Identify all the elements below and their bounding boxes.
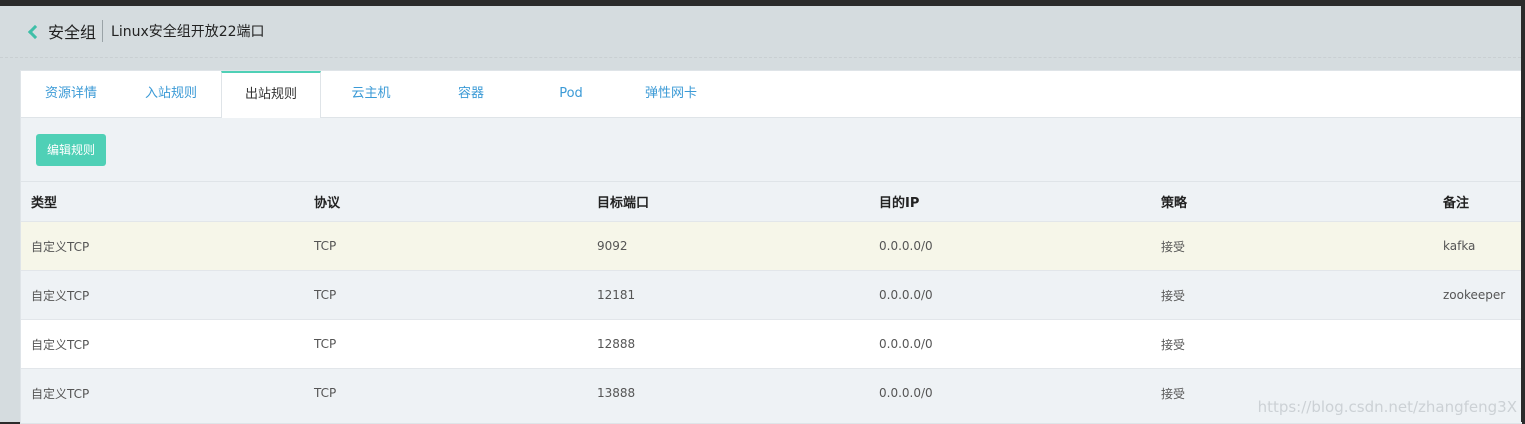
tab-bar: 资源详情 入站规则 出站规则 云主机 容器 Pod 弹性网卡: [21, 71, 1522, 118]
cell-remark: zookeeper: [1443, 288, 1506, 302]
edit-rules-button[interactable]: 编辑规则: [36, 133, 106, 166]
detail-panel: 资源详情 入站规则 出站规则 云主机 容器 Pod 弹性网卡 编辑规则 类型 协…: [20, 70, 1522, 424]
tab-containers[interactable]: 容器: [421, 71, 521, 117]
cell-port: 12888: [597, 337, 636, 351]
watermark: https://blog.csdn.net/zhangfeng3X: [1257, 398, 1517, 416]
header-divider-line: [0, 57, 1521, 58]
table-header-row: 类型 协议 目标端口 目的IP 策略 备注: [21, 181, 1522, 222]
cell-remark: kafka: [1443, 239, 1476, 253]
tab-outbound-rules[interactable]: 出站规则: [221, 71, 321, 118]
back-arrow-icon[interactable]: [28, 26, 38, 36]
cell-type: 自定义TCP: [31, 337, 90, 352]
table-row[interactable]: 自定义TCP TCP 12888 0.0.0.0/0 接受: [21, 319, 1522, 369]
resource-name: Linux安全组开放22端口: [111, 24, 265, 40]
cell-type: 自定义TCP: [31, 386, 90, 401]
column-header-protocol: 协议: [314, 196, 341, 211]
header-divider: [102, 20, 104, 42]
cell-dest-ip: 0.0.0.0/0: [879, 337, 933, 351]
cell-protocol: TCP: [314, 288, 337, 302]
rules-table: 类型 协议 目标端口 目的IP 策略 备注 自定义TCP TCP 9092 0.…: [21, 181, 1522, 418]
cell-dest-ip: 0.0.0.0/0: [879, 239, 933, 253]
window-edge: [1521, 6, 1525, 422]
table-row[interactable]: 自定义TCP TCP 12181 0.0.0.0/0 接受 zookeeper: [21, 270, 1522, 320]
cell-type: 自定义TCP: [31, 288, 90, 303]
cell-policy: 接受: [1161, 288, 1186, 303]
column-header-policy: 策略: [1161, 196, 1188, 211]
cell-port: 9092: [597, 239, 628, 253]
tab-pod[interactable]: Pod: [521, 71, 621, 117]
column-header-dest-ip: 目的IP: [879, 196, 920, 211]
tab-resource-details[interactable]: 资源详情: [21, 71, 121, 117]
app-window: 安全组 Linux安全组开放22端口 资源详情 入站规则 出站规则 云主机 容器…: [0, 6, 1525, 424]
tab-elastic-nic[interactable]: 弹性网卡: [621, 71, 721, 117]
cell-port: 13888: [597, 386, 636, 401]
cell-remark: [1433, 320, 1522, 369]
cell-policy: 接受: [1161, 337, 1186, 352]
cell-policy: 接受: [1161, 239, 1186, 254]
cell-protocol: TCP: [314, 337, 337, 351]
cell-dest-ip: 0.0.0.0/0: [879, 386, 933, 401]
column-header-remark: 备注: [1443, 196, 1470, 211]
column-header-port: 目标端口: [597, 196, 650, 211]
column-header-type: 类型: [31, 196, 58, 211]
toolbar: 编辑规则: [21, 118, 1522, 181]
cell-protocol: TCP: [314, 239, 337, 253]
cell-type: 自定义TCP: [31, 239, 90, 254]
cell-port: 12181: [597, 288, 636, 302]
tab-cloud-hosts[interactable]: 云主机: [321, 71, 421, 117]
page-header: 安全组 Linux安全组开放22端口: [0, 6, 1521, 56]
tab-inbound-rules[interactable]: 入站规则: [121, 71, 221, 117]
page-title[interactable]: 安全组: [48, 19, 96, 43]
cell-dest-ip: 0.0.0.0/0: [879, 288, 933, 302]
table-row[interactable]: 自定义TCP TCP 9092 0.0.0.0/0 接受 kafka: [21, 221, 1522, 271]
cell-protocol: TCP: [314, 386, 337, 401]
